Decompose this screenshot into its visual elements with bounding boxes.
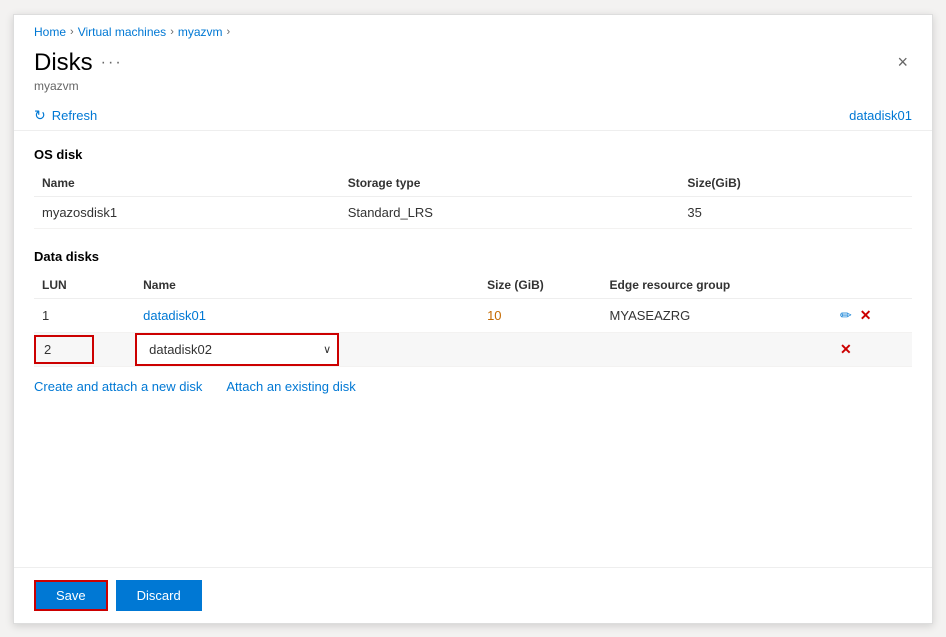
dd-col-size: Size (GiB) [479, 272, 601, 299]
footer: Save Discard [14, 567, 932, 623]
dd-size-1: 10 [479, 298, 601, 332]
content-area: OS disk Name Storage type Size(GiB) myaz… [14, 131, 932, 567]
panel-more-options[interactable]: ··· [101, 54, 123, 72]
dd-actions-1: ✏ ✕ [840, 307, 904, 324]
create-attach-link[interactable]: Create and attach a new disk [34, 379, 202, 394]
breadcrumb-home[interactable]: Home [34, 25, 66, 39]
dd-actions-new: ✕ [840, 341, 904, 358]
data-disks-table: LUN Name Size (GiB) Edge resource group … [34, 272, 912, 367]
refresh-icon: ↻ [34, 107, 46, 124]
panel-title: Disks ··· [34, 49, 123, 77]
edit-icon-1[interactable]: ✏ [840, 307, 852, 324]
os-col-size: Size(GiB) [679, 170, 912, 197]
os-disk-storage-type: Standard_LRS [340, 196, 680, 228]
os-col-storage: Storage type [340, 170, 680, 197]
sep3: › [227, 26, 231, 38]
delete-icon-1[interactable]: ✕ [860, 307, 872, 324]
sep2: › [170, 26, 174, 38]
close-button[interactable]: × [893, 49, 912, 75]
toolbar-left: ↻ Refresh [34, 107, 97, 124]
panel-title-area: Disks ··· myazvm [34, 49, 123, 93]
discard-button[interactable]: Discard [116, 580, 202, 611]
dd-col-name: Name [135, 272, 479, 299]
data-disk-new-row: 2 datadisk02 ∨ [34, 332, 912, 366]
dd-size-new [479, 332, 601, 366]
refresh-button[interactable]: ↻ Refresh [34, 107, 97, 124]
disk-action-links: Create and attach a new disk Attach an e… [34, 379, 912, 394]
panel-subtitle: myazvm [34, 79, 123, 93]
dd-name-1[interactable]: datadisk01 [143, 308, 206, 323]
dd-lun-new: 2 [44, 342, 51, 357]
os-disk-title: OS disk [34, 147, 912, 162]
refresh-label: Refresh [52, 108, 98, 123]
sep1: › [70, 26, 74, 38]
os-disk-row: myazosdisk1 Standard_LRS 35 [34, 196, 912, 228]
panel-header: Disks ··· myazvm × [14, 45, 932, 101]
dropdown-arrow-icon: ∨ [323, 343, 331, 356]
data-disks-section: Data disks LUN Name Size (GiB) Edge reso… [34, 249, 912, 394]
breadcrumb-virtual-machines[interactable]: Virtual machines [78, 25, 167, 39]
dd-col-lun: LUN [34, 272, 135, 299]
dd-edge-new [602, 332, 832, 366]
save-button[interactable]: Save [34, 580, 108, 611]
dd-lun-1: 1 [34, 298, 135, 332]
toolbar-right-link[interactable]: datadisk01 [849, 108, 912, 123]
dd-col-edge: Edge resource group [602, 272, 832, 299]
breadcrumb-vm-name[interactable]: myazvm [178, 25, 223, 39]
dd-edge-1: MYASEAZRG [602, 298, 832, 332]
panel-title-text: Disks [34, 49, 93, 77]
attach-existing-link[interactable]: Attach an existing disk [226, 379, 355, 394]
toolbar: ↻ Refresh datadisk01 [14, 101, 932, 131]
dd-name-dropdown[interactable]: datadisk02 [143, 338, 323, 361]
os-disk-table: Name Storage type Size(GiB) myazosdisk1 … [34, 170, 912, 229]
breadcrumb: Home › Virtual machines › myazvm › [14, 15, 932, 45]
delete-icon-new[interactable]: ✕ [840, 341, 852, 358]
os-disk-size: 35 [679, 196, 912, 228]
disks-panel: Home › Virtual machines › myazvm › Disks… [13, 14, 933, 624]
dd-col-actions [832, 272, 912, 299]
data-disks-title: Data disks [34, 249, 912, 264]
data-disk-row-1: 1 datadisk01 10 MYASEAZRG ✏ ✕ [34, 298, 912, 332]
os-col-name: Name [34, 170, 340, 197]
os-disk-name: myazosdisk1 [34, 196, 340, 228]
